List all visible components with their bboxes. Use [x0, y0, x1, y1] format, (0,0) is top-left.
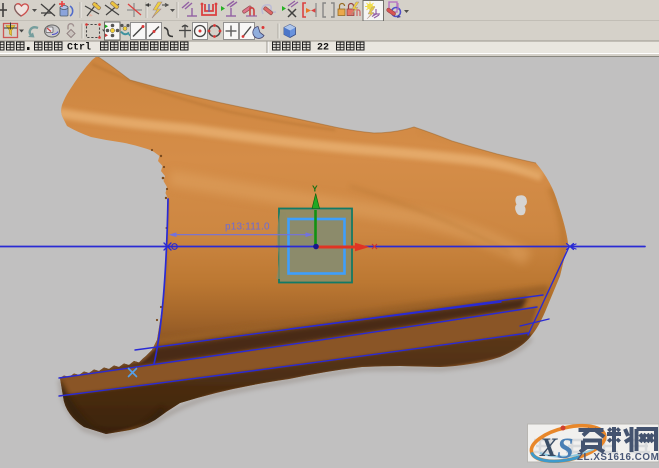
svg-text:X: X	[539, 433, 558, 462]
svg-text:p13:111.0: p13:111.0	[225, 222, 270, 233]
svg-text:Y: Y	[312, 184, 318, 194]
svg-text:Ctrl: Ctrl	[67, 42, 91, 54]
svg-text:22: 22	[317, 43, 329, 54]
svg-text:ZL.XS1616.COM: ZL.XS1616.COM	[577, 452, 659, 463]
svg-text:S: S	[557, 432, 574, 465]
